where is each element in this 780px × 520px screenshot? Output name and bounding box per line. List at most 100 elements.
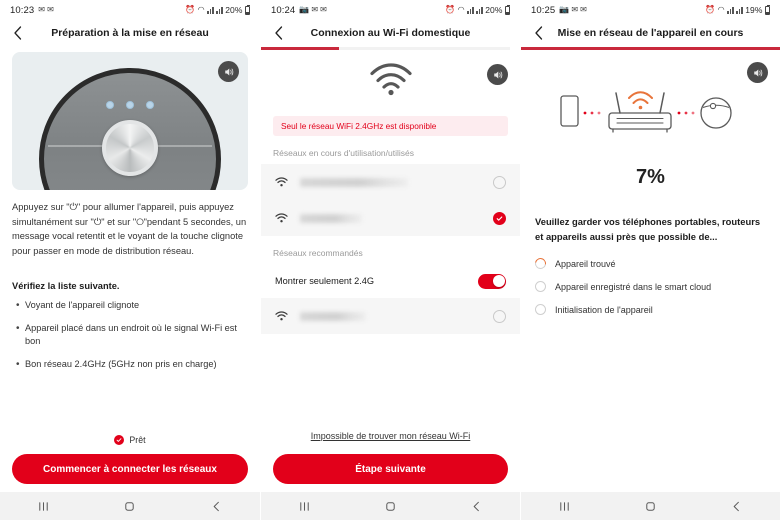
led-3	[146, 101, 154, 109]
cannot-find-network-link[interactable]: Impossible de trouver mon réseau Wi-Fi	[311, 431, 471, 441]
band-warning-banner: Seul le réseau WiFi 2.4GHz est disponibl…	[273, 116, 508, 136]
ready-label: Prêt	[129, 435, 146, 445]
back-button[interactable]	[8, 24, 26, 42]
checklist: Voyant de l'appareil clignote Appareil p…	[16, 298, 248, 372]
home-button[interactable]	[113, 500, 147, 513]
wifi-status-icon: ◠	[457, 5, 465, 14]
instruction-paragraph: Appuyez sur "⏻" pour allumer l'appareil,…	[12, 202, 247, 257]
section-label-used-networks: Réseaux en cours d'utilisation/utilisés	[273, 148, 415, 158]
status-bar-3: 10:25 📷 ✉ ✉ ⏰ ◠ 19%	[521, 0, 780, 20]
back-nav-button[interactable]	[720, 500, 754, 513]
page-title: Connexion au Wi-Fi domestique	[310, 27, 471, 39]
page-title: Mise en réseau de l'appareil en cours	[557, 27, 744, 39]
list-item: Voyant de l'appareil clignote	[16, 298, 248, 313]
battery-icon	[245, 4, 250, 15]
alarm-icon: ⏰	[185, 5, 196, 14]
chevron-left-icon	[13, 26, 21, 40]
message-icon: ✉	[38, 5, 46, 14]
android-nav-bar-2	[261, 492, 520, 520]
wifi-status-icon: ◠	[197, 5, 205, 14]
step-label: Appareil trouvé	[555, 258, 616, 269]
screen-2-body: Seul le réseau WiFi 2.4GHz est disponibl…	[261, 50, 520, 492]
recents-icon	[299, 501, 309, 511]
list-item: Appareil trouvé	[532, 255, 766, 272]
screen-1-body: Appuyez sur "⏻" pour allumer l'appareil,…	[0, 46, 260, 492]
circle-icon	[535, 281, 546, 293]
phone-router-robot-diagram	[553, 80, 749, 142]
recents-button[interactable]	[287, 500, 321, 513]
speaker-icon	[493, 70, 502, 79]
signal-bars-icon	[727, 6, 734, 14]
wifi-icon	[275, 213, 288, 223]
used-networks-list	[261, 164, 520, 236]
list-item: Bon réseau 2.4GHz (5GHz non pris en char…	[16, 357, 248, 372]
voice-prompt-button[interactable]	[747, 62, 768, 83]
page-title: Préparation à la mise en réseau	[51, 27, 209, 39]
alarm-icon: ⏰	[445, 5, 456, 14]
start-connect-button[interactable]: Commencer à connecter les réseaux	[12, 454, 248, 484]
network-radio-selected[interactable]	[493, 211, 506, 225]
spinner-icon	[532, 255, 549, 272]
wifi-icon	[275, 177, 288, 187]
network-name-redacted	[300, 177, 408, 187]
screen-3-body: 7% Veuillez garder vos téléphones portab…	[521, 50, 780, 492]
recents-icon	[559, 501, 569, 511]
robot-indicator-leds	[106, 101, 154, 109]
home-button[interactable]	[373, 500, 407, 513]
status-time: 10:25	[531, 4, 556, 16]
ready-row[interactable]: Prêt	[12, 435, 248, 445]
show-only-24g-toggle[interactable]	[478, 273, 506, 289]
home-icon	[646, 501, 655, 511]
status-time: 10:24	[271, 4, 296, 16]
list-item: Appareil enregistré dans le smart cloud	[535, 281, 766, 293]
recents-icon	[39, 501, 48, 511]
status-system-icons: ⏰ ◠ 20%	[445, 4, 510, 15]
step-label: Appareil enregistré dans le smart cloud	[555, 281, 712, 292]
connection-diagram-icon	[559, 91, 732, 133]
check-circle-icon	[114, 435, 125, 445]
wifi-hero-icon-wrap	[369, 62, 413, 101]
voice-prompt-button[interactable]	[218, 61, 239, 82]
list-item[interactable]	[261, 200, 520, 236]
show-only-24g-row[interactable]: Montrer seulement 2.4G	[261, 264, 520, 298]
back-icon	[473, 501, 480, 511]
network-radio[interactable]	[493, 309, 506, 323]
wifi-signal-icon	[275, 213, 288, 223]
back-nav-button[interactable]	[200, 500, 234, 513]
wifi-icon	[275, 311, 288, 321]
home-button[interactable]	[633, 500, 667, 513]
back-button[interactable]	[269, 24, 287, 42]
list-item[interactable]	[261, 164, 520, 200]
message-icon: ✉	[311, 5, 319, 14]
progress-percent: 7%	[636, 166, 665, 188]
robot-power-button	[102, 120, 158, 176]
back-icon	[733, 501, 740, 511]
checklist-heading: Vérifiez la liste suivante.	[12, 280, 120, 291]
android-nav-bar-3	[521, 492, 780, 520]
wifi-signal-icon	[275, 177, 288, 187]
network-radio[interactable]	[493, 175, 506, 189]
check-icon	[117, 438, 122, 442]
phone-screenshots-row: 10:23 ✉ ✉ ⏰ ◠ 20% Préparation à la mise …	[0, 0, 780, 520]
setup-steps-list: Appareil trouvé Appareil enregistré dans…	[532, 255, 766, 316]
back-button[interactable]	[529, 24, 547, 42]
recents-button[interactable]	[547, 500, 581, 513]
message-icon: ✉	[571, 5, 579, 14]
list-item[interactable]	[261, 298, 520, 334]
guidance-text: Veuillez garder vos téléphones portables…	[535, 216, 761, 242]
voice-prompt-button[interactable]	[487, 64, 508, 85]
message-icon-2: ✉	[47, 5, 54, 14]
back-nav-button[interactable]	[460, 500, 494, 513]
status-time: 10:23	[10, 4, 35, 16]
list-item: Initialisation de l'appareil	[535, 304, 766, 316]
network-name-redacted	[300, 311, 366, 321]
recents-button[interactable]	[26, 500, 60, 513]
toggle-knob	[492, 275, 505, 287]
home-icon	[386, 501, 395, 511]
next-step-button[interactable]: Étape suivante	[273, 454, 508, 484]
step-label: Initialisation de l'appareil	[555, 304, 653, 315]
status-bar-1: 10:23 ✉ ✉ ⏰ ◠ 20%	[0, 0, 260, 20]
status-notification-icons: ✉ ✉	[38, 6, 54, 14]
image-icon: 📷	[299, 5, 310, 14]
message-icon-2: ✉	[320, 5, 327, 14]
